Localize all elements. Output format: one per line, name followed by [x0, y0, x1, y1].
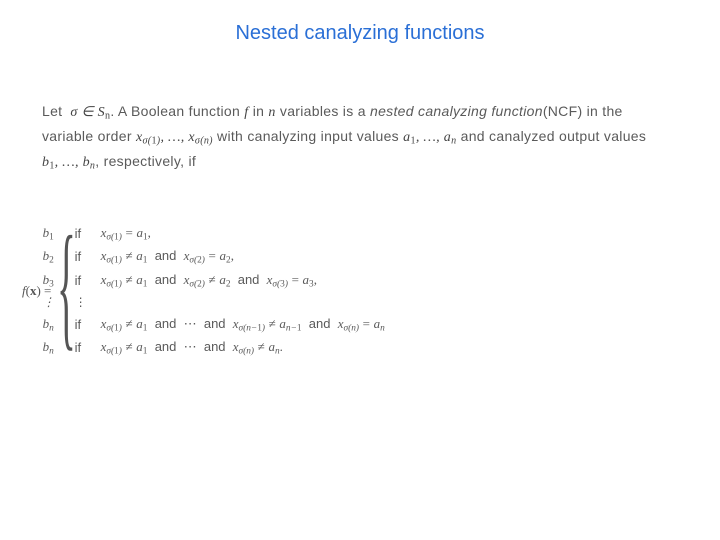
table-row: b1 if xσ(1) = a1, [43, 222, 393, 245]
definition-paragraph: Let σ ∈ Sn. A Boolean function f in n va… [42, 100, 678, 174]
case-if: if [75, 336, 101, 359]
table-row: bn if xσ(1) ≠ a1 and ⋯ and xσ(n) ≠ an. [43, 336, 393, 359]
text-resp-if: , respectively, if [95, 153, 196, 169]
case-if: if [75, 222, 101, 245]
text-boolfun: . A Boolean function [110, 103, 244, 119]
case-cond: xσ(1) ≠ a1 and xσ(2) ≠ a2 and xσ(3) = a3… [101, 269, 393, 292]
text-vars-is: variables is a [276, 103, 370, 119]
case-if: if [75, 313, 101, 336]
case-cond: xσ(1) ≠ a1 and xσ(2) = a2, [101, 245, 393, 268]
table-row: ⋮ ⋮ [43, 292, 393, 313]
cases-table: b1 if xσ(1) = a1, b2 if xσ(1) ≠ a1 and x… [43, 222, 393, 360]
case-cond [101, 292, 393, 313]
case-cond: xσ(1) ≠ a1 and ⋯ and xσ(n) ≠ an. [101, 336, 393, 359]
sym-n: n [268, 105, 275, 120]
vdots-icon: ⋮ [75, 292, 101, 313]
case-if: if [75, 269, 101, 292]
table-row: bn if xσ(1) ≠ a1 and ⋯ and xσ(n−1) ≠ an−… [43, 313, 393, 336]
sigma-in-Sn: σ ∈ Sn [67, 105, 111, 120]
table-row: b2 if xσ(1) ≠ a1 and xσ(2) = a2, [43, 245, 393, 268]
left-brace-icon: { [57, 222, 76, 351]
piecewise-definition: f(x) = { b1 if xσ(1) = a1, b2 if xσ(1) ≠… [18, 222, 710, 360]
slide-title: Nested canalyzing functions [0, 22, 720, 45]
text-with: with canalyzing input values [213, 128, 403, 144]
text-let: Let [42, 103, 62, 119]
var-order: xσ(1), …, xσ(n) [136, 130, 213, 145]
output-values: b1, …, bn [42, 155, 95, 170]
case-cond: xσ(1) ≠ a1 and ⋯ and xσ(n−1) ≠ an−1 and … [101, 313, 393, 336]
case-if: if [75, 245, 101, 268]
table-row: b3 if xσ(1) ≠ a1 and xσ(2) ≠ a2 and xσ(3… [43, 269, 393, 292]
text-ncf-italic: nested canalyzing function [370, 103, 543, 119]
text-in: in [249, 103, 269, 119]
text-and-out: and canalyzed output values [456, 128, 646, 144]
input-values: a1, …, an [403, 130, 456, 145]
case-cond: xσ(1) = a1, [101, 222, 393, 245]
